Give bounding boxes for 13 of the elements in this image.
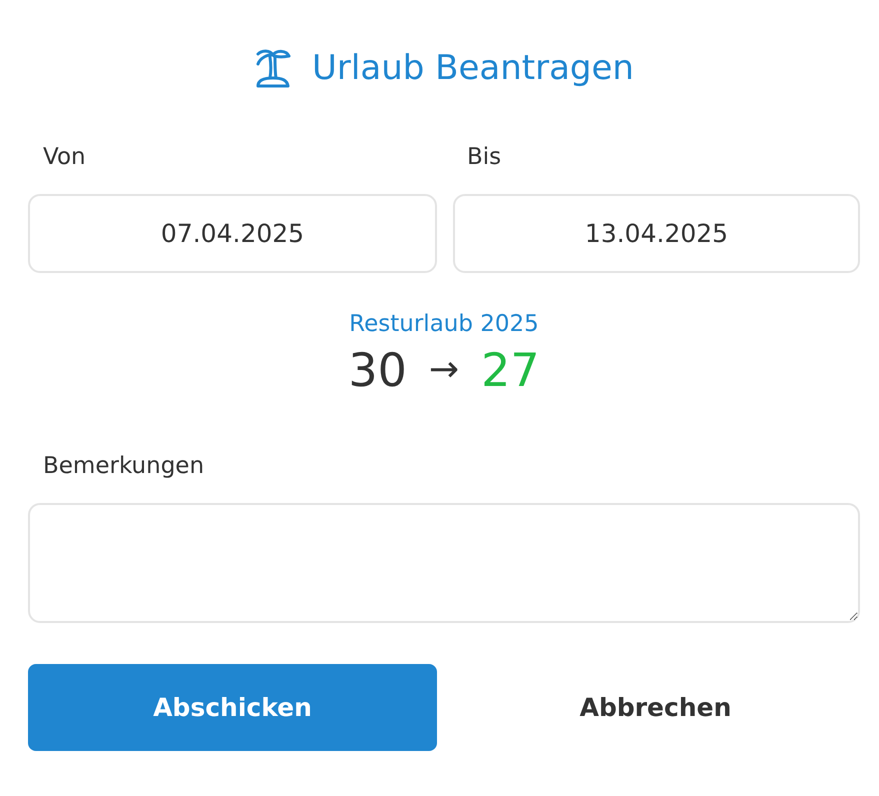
submit-button[interactable]: Abschicken [28,664,437,751]
arrow-glyph: → [428,348,460,392]
remarks-field[interactable] [28,503,860,623]
field-label: Bis [467,143,502,172]
days-before: 30 [348,343,407,397]
field-label: Von [43,143,87,172]
days-after: 27 [481,343,540,397]
dialog-title: Urlaub Beantragen [312,51,634,85]
field-label: Bemerkungen [43,452,206,481]
date-field[interactable]: 07.04.2025 [28,194,437,273]
date-field[interactable]: 13.04.2025 [453,194,860,273]
balance-label: Resturlaub 2025 [349,310,539,339]
palm-tree-icon [254,48,292,88]
